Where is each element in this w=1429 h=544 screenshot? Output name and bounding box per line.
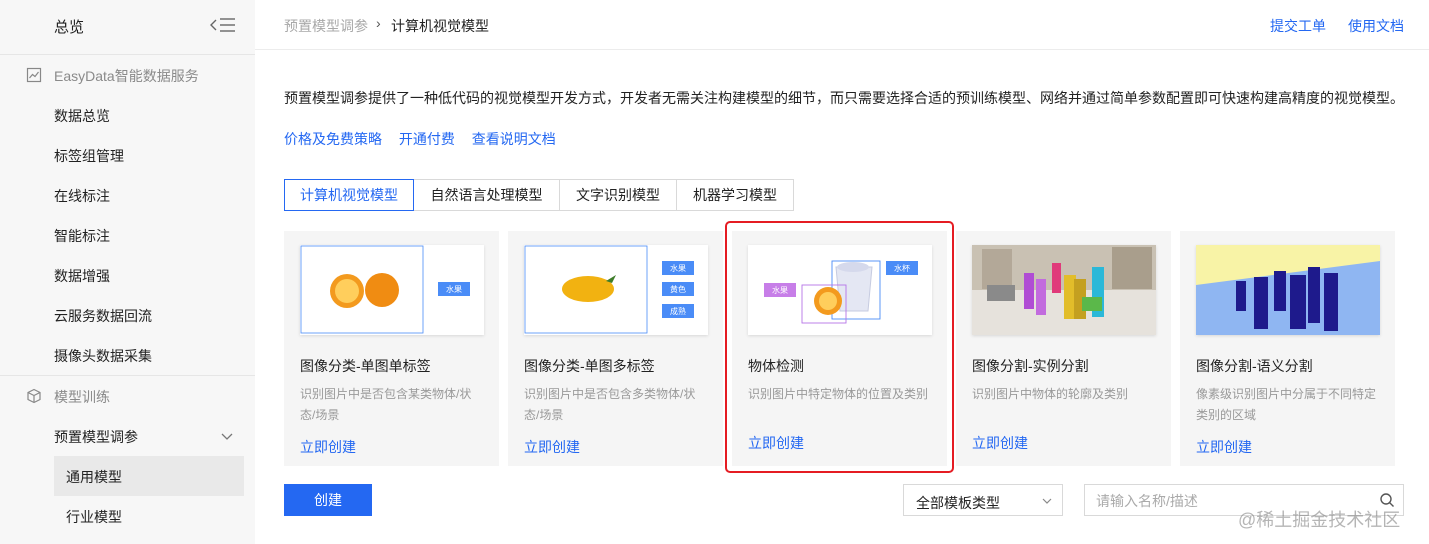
card-description: 识别图片中物体的轮廓及类别	[972, 387, 1129, 401]
sidebar-item-industry-model[interactable]: 行业模型	[54, 496, 244, 536]
chevron-down-icon	[221, 433, 233, 440]
sidebar-item-data-augmentation[interactable]: 数据增强	[0, 255, 255, 295]
sidebar-item-general-model[interactable]: 通用模型	[54, 456, 244, 496]
sidebar-item-label: 智能标注	[54, 228, 110, 244]
sidebar-item-label: 通用模型	[66, 469, 122, 485]
template-type-select[interactable]: 全部模板类型	[903, 484, 1063, 516]
sidebar-header: 总览	[0, 0, 255, 50]
create-button[interactable]: 创建	[284, 484, 372, 516]
card-thumbnail: 水果 黄色 成熟	[524, 245, 708, 335]
create-now-link[interactable]: 立即创建	[300, 437, 356, 457]
street-scene-image	[972, 245, 1156, 335]
view-docs-link[interactable]: 查看说明文档	[472, 131, 556, 147]
sidebar-item-label: 摄像头数据采集	[54, 348, 152, 364]
sidebar-item-label: 数据增强	[54, 268, 110, 284]
tab-cv-model[interactable]: 计算机视觉模型	[284, 179, 414, 211]
card-title: 图像分割-实例分割	[972, 358, 1089, 374]
sidebar-item-label: 数据总览	[54, 108, 110, 124]
select-value: 全部模板类型	[916, 495, 1000, 511]
create-now-link[interactable]: 立即创建	[972, 433, 1028, 453]
crowd-segmentation-image	[1196, 245, 1380, 335]
card-tag: 黄色	[662, 282, 694, 296]
create-now-link[interactable]: 立即创建	[524, 437, 580, 457]
create-now-link[interactable]: 立即创建	[1196, 437, 1252, 457]
sidebar: 总览 EasyData智能数据服务 数据总览 标签组管理 在线标注 智能标注 数…	[0, 0, 255, 544]
card-tag: 成熟	[662, 304, 694, 318]
sidebar-item-label: 标签组管理	[54, 148, 124, 164]
submit-ticket-link[interactable]: 提交工单	[1270, 16, 1326, 36]
sidebar-item-label: 云服务数据回流	[54, 308, 152, 324]
chevron-down-icon	[1042, 498, 1052, 504]
breadcrumb-current: 计算机视觉模型	[391, 18, 489, 34]
card-description: 像素级识别图片中分属于不同特定类别的区域	[1196, 387, 1377, 422]
sidebar-item-online-annotation[interactable]: 在线标注	[0, 175, 255, 215]
card-tag: 水果	[438, 282, 470, 296]
sidebar-title[interactable]: 总览	[54, 16, 84, 37]
sidebar-group-easydata[interactable]: EasyData智能数据服务	[0, 55, 255, 95]
top-bar: 预置模型调参 › 计算机视觉模型 提交工单 使用文档	[255, 0, 1429, 50]
quick-links: 价格及免费策略 开通付费 查看说明文档	[284, 129, 569, 149]
pricing-link[interactable]: 价格及免费策略	[284, 131, 382, 147]
activate-payment-link[interactable]: 开通付费	[399, 131, 455, 147]
sidebar-item-label: 在线标注	[54, 188, 110, 204]
tab-ocr-model[interactable]: 文字识别模型	[560, 179, 677, 211]
watermark: @稀土掘金技术社区	[1238, 510, 1401, 530]
chart-icon	[26, 67, 42, 83]
sidebar-item-label: 预置模型调参	[54, 429, 138, 445]
card-thumbnail: 水果	[300, 245, 484, 335]
model-type-tabs: 计算机视觉模型 自然语言处理模型 文字识别模型 机器学习模型	[284, 179, 794, 211]
tab-nlp-model[interactable]: 自然语言处理模型	[414, 179, 560, 211]
card-title: 图像分类-单图多标签	[524, 358, 655, 374]
breadcrumb-separator-icon: ›	[376, 15, 381, 31]
template-card-single-label[interactable]: 水果 图像分类-单图单标签 识别图片中是否包含某类物体/状态/场景 立即创建	[284, 231, 499, 466]
sidebar-group-label: EasyData智能数据服务	[54, 68, 199, 84]
card-tag: 水果	[662, 261, 694, 275]
sidebar-group-label: 模型训练	[54, 389, 110, 405]
docs-link[interactable]: 使用文档	[1348, 16, 1404, 36]
card-description: 识别图片中是否包含多类物体/状态/场景	[524, 387, 696, 422]
highlight-annotation-box	[725, 221, 954, 473]
collapse-menu-icon[interactable]	[210, 17, 236, 33]
breadcrumb-parent[interactable]: 预置模型调参	[284, 16, 368, 36]
sidebar-item-preset-tuning[interactable]: 预置模型调参	[0, 416, 255, 456]
sidebar-item-smart-annotation[interactable]: 智能标注	[0, 215, 255, 255]
cube-icon	[27, 388, 41, 404]
card-thumbnail	[1196, 245, 1380, 335]
sidebar-item-camera-collection[interactable]: 摄像头数据采集	[0, 335, 255, 375]
sidebar-item-label-groups[interactable]: 标签组管理	[0, 135, 255, 175]
sidebar-item-cloud-data-reflow[interactable]: 云服务数据回流	[0, 295, 255, 335]
sidebar-item-label: 行业模型	[66, 509, 122, 525]
page-description: 预置模型调参提供了一种低代码的视觉模型开发方式，开发者无需关注构建模型的细节，而…	[284, 90, 1404, 106]
card-thumbnail	[972, 245, 1156, 335]
card-description: 识别图片中是否包含某类物体/状态/场景	[300, 387, 472, 422]
template-card-multi-label[interactable]: 水果 黄色 成熟 图像分类-单图多标签 识别图片中是否包含多类物体/状态/场景 …	[508, 231, 723, 466]
sidebar-group-model-training[interactable]: 模型训练	[0, 376, 255, 416]
card-title: 图像分类-单图单标签	[300, 358, 431, 374]
card-title: 图像分割-语义分割	[1196, 358, 1313, 374]
tab-ml-model[interactable]: 机器学习模型	[677, 179, 794, 211]
template-card-instance-segmentation[interactable]: 图像分割-实例分割 识别图片中物体的轮廓及类别 立即创建	[956, 231, 1171, 466]
sidebar-item-data-overview[interactable]: 数据总览	[0, 95, 255, 135]
template-card-semantic-segmentation[interactable]: 图像分割-语义分割 像素级识别图片中分属于不同特定类别的区域 立即创建	[1180, 231, 1395, 466]
